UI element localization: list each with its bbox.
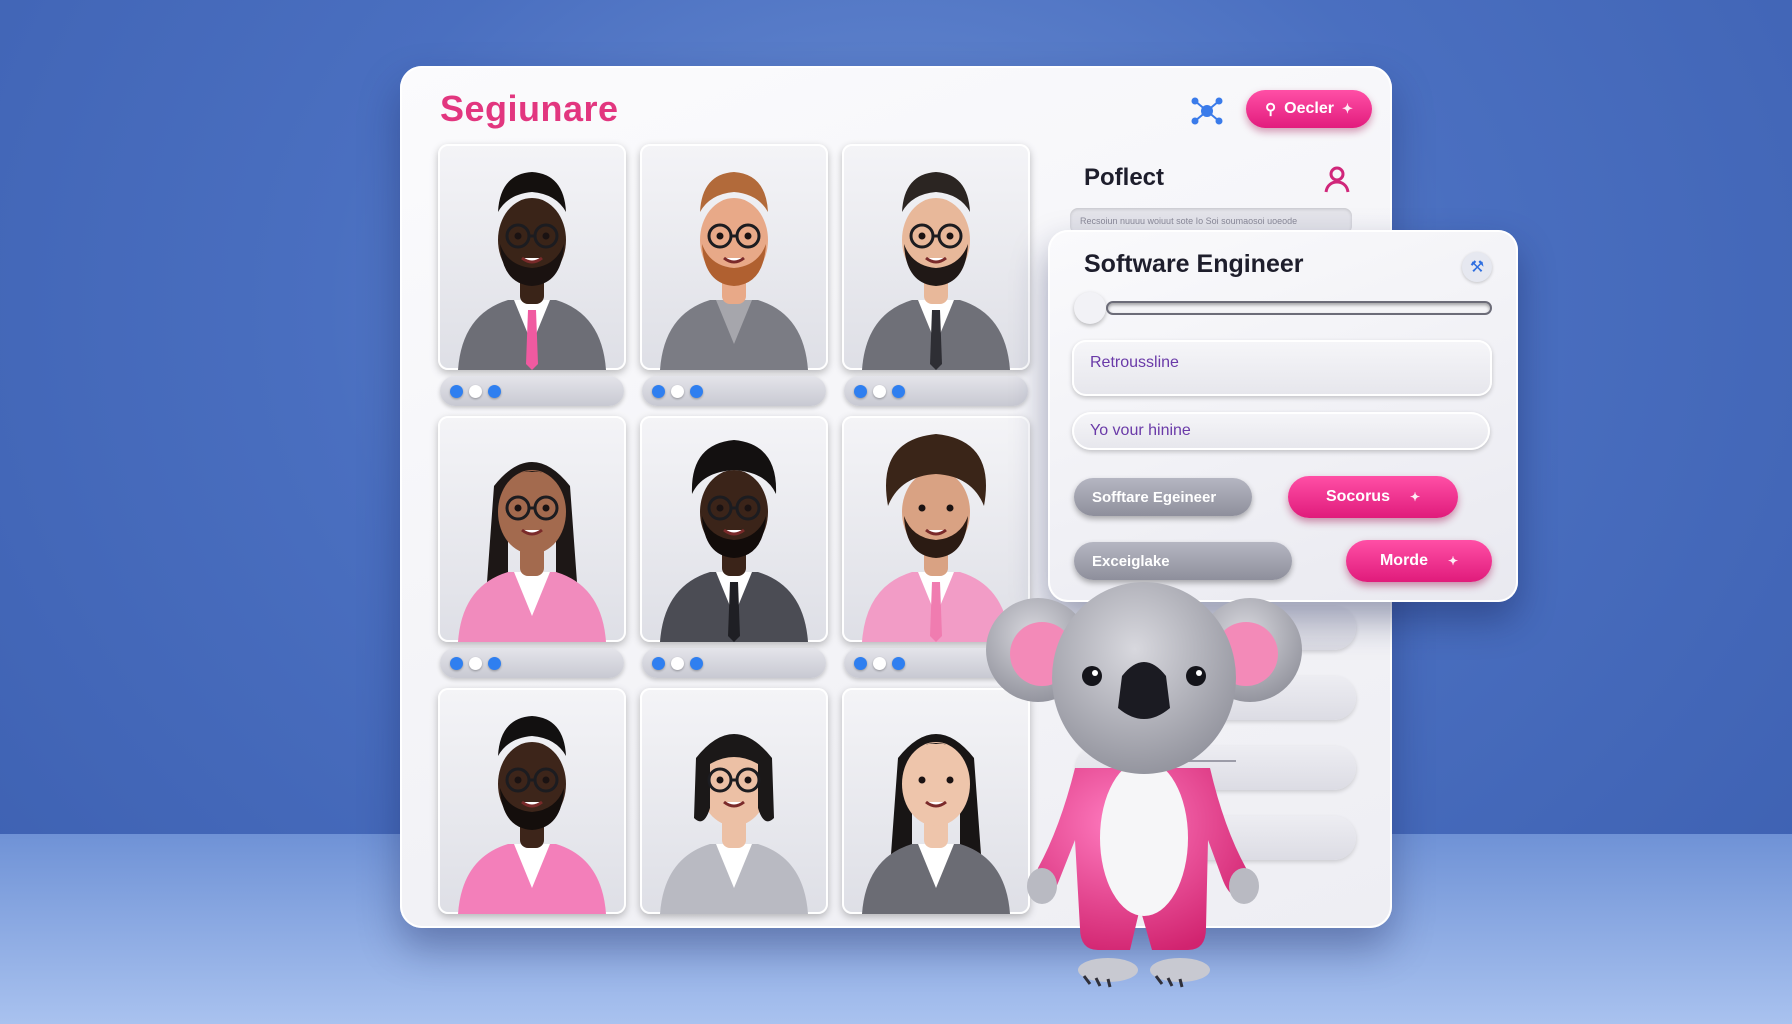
card-controls[interactable] [844, 376, 1028, 406]
candidate-card[interactable] [640, 144, 828, 408]
candidate-card[interactable] [640, 416, 828, 680]
control-dot[interactable] [450, 384, 463, 398]
role-chip[interactable]: Sofftare Egeineer [1074, 478, 1252, 516]
control-dot[interactable] [873, 656, 886, 670]
control-dot[interactable] [652, 656, 665, 670]
candidate-card[interactable] [438, 688, 626, 952]
card-controls[interactable] [642, 648, 826, 678]
search-icon: ⚲ [1265, 101, 1277, 118]
requirements-field[interactable]: Retroussline [1072, 340, 1492, 396]
control-dot[interactable] [450, 656, 463, 670]
skill-chip[interactable]: Exceiglake [1074, 542, 1292, 580]
control-dot[interactable] [652, 384, 665, 398]
candidate-grid [438, 144, 1030, 952]
card-controls[interactable] [440, 376, 624, 406]
control-dot[interactable] [892, 656, 905, 670]
control-dot[interactable] [671, 384, 684, 398]
search-candidates-label: Socorus [1325, 488, 1390, 505]
control-dot[interactable] [873, 384, 886, 398]
sparkle-icon: ✦ [1447, 554, 1459, 568]
candidate-photo[interactable] [640, 144, 828, 370]
search-candidates-button[interactable]: Socorus ✦ [1288, 476, 1458, 518]
candidate-card[interactable] [842, 144, 1030, 408]
candidate-card[interactable] [438, 416, 626, 680]
control-dot[interactable] [488, 656, 501, 670]
candidate-photo[interactable] [640, 416, 828, 642]
control-dot[interactable] [488, 384, 501, 398]
candidate-avatar [458, 462, 606, 642]
more-button[interactable]: Morde ✦ [1346, 540, 1492, 582]
candidate-card[interactable] [438, 144, 626, 408]
app-title: Segiunare [440, 88, 619, 129]
control-dot[interactable] [469, 384, 482, 398]
candidate-photo[interactable] [640, 688, 828, 914]
candidate-card[interactable] [640, 688, 828, 952]
control-dot[interactable] [690, 656, 703, 670]
wrench-icon[interactable]: ⚒ [1462, 252, 1492, 282]
sparkle-icon: ✦ [1409, 490, 1421, 504]
candidate-avatar [660, 734, 808, 914]
candidate-avatar [862, 172, 1010, 370]
control-dot[interactable] [854, 656, 867, 670]
search-button[interactable]: ⚲ Oecler ✦ [1246, 90, 1372, 128]
control-dot[interactable] [671, 656, 684, 670]
job-detail-card: Software Engineer ⚒ Retroussline Yo vour… [1048, 230, 1518, 602]
control-dot[interactable] [854, 384, 867, 398]
candidate-avatar [458, 716, 606, 914]
network-icon[interactable] [1190, 96, 1224, 126]
more-button-label: Morde [1379, 552, 1428, 569]
card-controls[interactable] [642, 376, 826, 406]
user-icon[interactable] [1322, 164, 1352, 194]
slider-knob[interactable] [1074, 292, 1106, 324]
candidate-avatar [660, 440, 808, 642]
candidate-photo[interactable] [438, 688, 626, 914]
hiring-field[interactable]: Yo vour hinine [1072, 412, 1490, 450]
control-dot[interactable] [892, 384, 905, 398]
candidate-avatar [458, 172, 606, 370]
control-dot[interactable] [690, 384, 703, 398]
koala-mascot [986, 582, 1302, 988]
job-title: Software Engineer [1084, 250, 1304, 278]
sparkle-icon: ✦ [1341, 101, 1353, 116]
candidate-photo[interactable] [438, 144, 626, 370]
slider-track[interactable] [1106, 301, 1492, 315]
profile-title: Poflect [1084, 164, 1165, 191]
search-button-label: Oecler [1284, 100, 1334, 117]
candidate-photo[interactable] [438, 416, 626, 642]
card-controls[interactable] [440, 648, 624, 678]
control-dot[interactable] [469, 656, 482, 670]
experience-slider[interactable] [1074, 292, 1494, 324]
candidate-photo[interactable] [842, 144, 1030, 370]
candidate-avatar [660, 172, 808, 370]
